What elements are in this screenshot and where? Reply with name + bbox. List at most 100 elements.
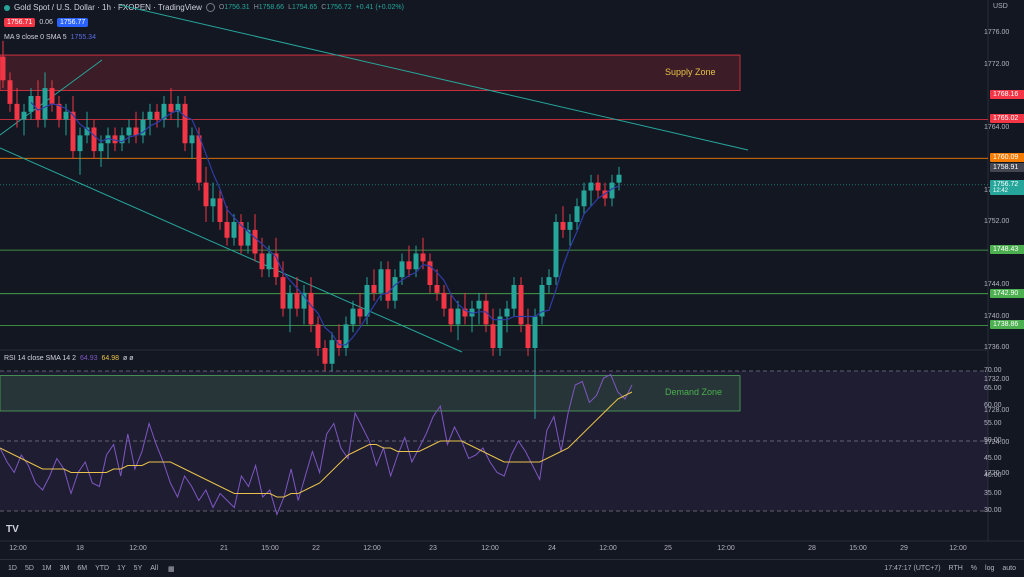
candle-body <box>42 88 48 120</box>
price-tag: 1738.86 <box>990 320 1024 330</box>
candle-body <box>210 198 216 207</box>
demand-zone-label[interactable]: Demand Zone <box>665 387 722 397</box>
price-axis-label: 1776.00 <box>984 29 1010 36</box>
price-tag: 1756.72 12:42 <box>990 179 1024 195</box>
price-tag: 1742.90 <box>990 288 1024 298</box>
candle-body <box>21 111 27 120</box>
time-axis-label: 24 <box>548 545 556 552</box>
range-button-all[interactable]: All <box>146 565 162 572</box>
candle-body <box>0 56 6 81</box>
candle-body <box>280 277 286 309</box>
date-range-icon[interactable]: ▦ <box>164 565 179 573</box>
tradingview-logo-icon[interactable]: TV <box>6 524 19 535</box>
candle-body <box>217 198 223 222</box>
candle-body <box>525 324 531 348</box>
supply-zone-label[interactable]: Supply Zone <box>665 67 716 77</box>
candle-body <box>385 269 391 301</box>
candle-body <box>266 253 272 270</box>
range-button-1y[interactable]: 1Y <box>113 565 130 572</box>
rsi-axis-label: 60.00 <box>984 402 1002 409</box>
candle-body <box>511 285 517 309</box>
range-button-1m[interactable]: 1M <box>38 565 56 572</box>
time-axis-label: 15:00 <box>261 545 279 552</box>
candle-body <box>98 143 104 152</box>
price-tag: 1748.43 <box>990 245 1024 255</box>
candle-body <box>329 340 335 364</box>
candle-body <box>616 174 622 183</box>
candle-body <box>147 111 153 120</box>
candle-body <box>420 253 426 262</box>
candle-body <box>504 308 510 317</box>
candle-body <box>294 292 300 309</box>
candle-body <box>287 292 293 309</box>
price-tag: 1758.91 <box>990 162 1024 172</box>
candle-body <box>315 324 321 348</box>
range-button-1d[interactable]: 1D <box>4 565 21 572</box>
range-button-3m[interactable]: 3M <box>56 565 74 572</box>
candle-body <box>182 103 188 144</box>
candle-body <box>581 190 587 207</box>
percent-scale-button[interactable]: % <box>967 565 981 572</box>
candle-body <box>532 316 538 348</box>
candles-layer <box>0 40 622 419</box>
candle-body <box>406 261 412 270</box>
candle-body <box>567 222 573 230</box>
auto-scale-button[interactable]: auto <box>998 565 1020 572</box>
candle-body <box>63 111 69 120</box>
range-button-5d[interactable]: 5D <box>21 565 38 572</box>
candle-body <box>168 103 174 112</box>
candle-body <box>364 285 370 317</box>
candle-body <box>553 222 559 278</box>
range-button-5y[interactable]: 5Y <box>130 565 147 572</box>
ma-line <box>30 101 620 346</box>
price-tag: 1768.16 <box>990 89 1024 99</box>
candle-body <box>91 127 97 152</box>
candle-body <box>77 135 83 152</box>
time-axis-label: 12:00 <box>363 545 381 552</box>
candle-body <box>490 324 496 348</box>
time-axis-label: 12:00 <box>717 545 735 552</box>
candle-body <box>357 308 363 317</box>
candle-body <box>518 285 524 325</box>
candle-body <box>455 308 461 325</box>
price-tag: 1760.09 <box>990 153 1024 163</box>
time-axis-label: 22 <box>312 545 320 552</box>
time-axis-label: 12:00 <box>9 545 27 552</box>
candle-body <box>308 292 314 325</box>
candle-body <box>231 222 237 238</box>
time-axis-label: 12:00 <box>599 545 617 552</box>
rsi-axis-label: 70.00 <box>984 367 1002 374</box>
rsi-axis-label: 65.00 <box>984 384 1002 392</box>
horizontal-levels <box>0 119 988 326</box>
candle-body <box>154 111 160 120</box>
log-scale-button[interactable]: log <box>981 565 998 572</box>
bottom-toolbar: 1D 5D 1M 3M 6M YTD 1Y 5Y All ▦ 17:47:17 (UTC+7) … <box>0 559 1024 577</box>
candle-body <box>14 103 20 120</box>
price-axis-label: 1736.00 <box>984 344 1010 351</box>
time-axis-label: 25 <box>664 545 672 552</box>
candle-body <box>427 261 433 285</box>
zones-layer <box>0 54 741 412</box>
rsi-axis-label: 40.00 <box>984 472 1002 479</box>
candle-body <box>399 261 405 278</box>
rsi-axis-label: 55.00 <box>984 419 1002 427</box>
candle-body <box>392 277 398 301</box>
candle-body <box>350 308 356 325</box>
candle-body <box>203 182 209 207</box>
range-button-6m[interactable]: 6M <box>73 565 91 572</box>
candle-body <box>371 285 377 293</box>
rsi-pane <box>0 370 988 517</box>
time-axis-label: 28 <box>808 545 816 552</box>
time-axis-label: 12:00 <box>481 545 499 552</box>
price-chart[interactable] <box>0 0 1024 576</box>
time-axis-label: 23 <box>429 545 437 552</box>
clock-time[interactable]: 17:47:17 (UTC+7) <box>880 565 944 572</box>
candle-body <box>259 253 265 270</box>
candle-body <box>413 253 419 270</box>
candle-body <box>497 316 503 348</box>
range-button-ytd[interactable]: YTD <box>91 565 113 572</box>
candle-body <box>560 222 566 230</box>
session-button[interactable]: RTH <box>945 565 967 572</box>
supply-zone-box[interactable] <box>0 54 741 91</box>
time-axis-label: 29 <box>900 545 908 552</box>
